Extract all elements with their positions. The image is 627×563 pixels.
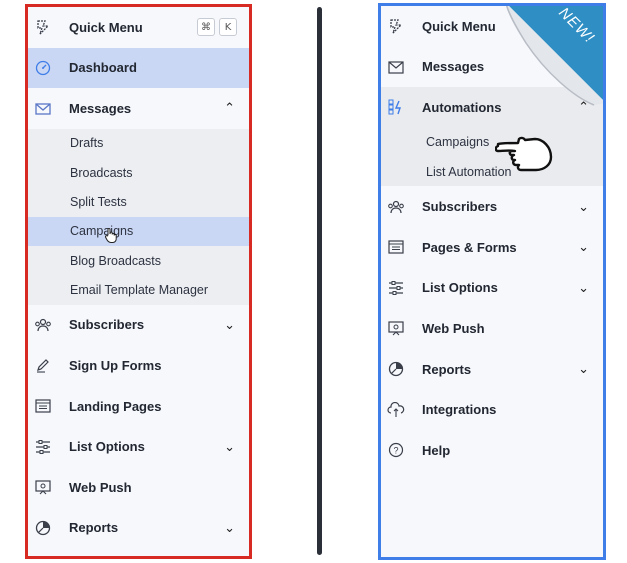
envelope-icon bbox=[387, 58, 405, 76]
page-icon bbox=[34, 397, 52, 415]
sidebar-item-sign-up-forms[interactable]: Sign Up Forms bbox=[28, 345, 249, 386]
sidebar-item-label: Web Push bbox=[69, 479, 132, 495]
subscribers-icon bbox=[387, 198, 405, 216]
sidebar-item-pages-forms[interactable]: Pages & Forms ⌄ bbox=[381, 227, 603, 268]
quick-menu-label: Quick Menu bbox=[422, 18, 496, 34]
sidebar-item-integrations[interactable]: Integrations bbox=[381, 389, 603, 430]
sidebar-item-subscribers[interactable]: Subscribers ⌄ bbox=[381, 186, 603, 227]
pen-icon bbox=[34, 356, 52, 374]
sidebar-item-reports[interactable]: Reports ⌄ bbox=[381, 349, 603, 390]
sidebar-item-label: Integrations bbox=[422, 402, 497, 418]
chevron-up-icon: ⌃ bbox=[578, 99, 589, 115]
chevron-down-icon: ⌄ bbox=[578, 239, 589, 255]
sidebar-item-list-options[interactable]: List Options ⌄ bbox=[28, 426, 249, 467]
sidebar-item-label: Subscribers bbox=[69, 317, 145, 333]
hand-cursor-icon bbox=[104, 227, 118, 246]
sidebar-item-label: Dashboard bbox=[69, 60, 137, 76]
sidebar-item-label: Pages & Forms bbox=[422, 239, 517, 255]
sidebar-item-label: List Options bbox=[422, 280, 498, 296]
right-sidebar-panel: Quick Menu Messages Automations ⌃ Campai… bbox=[378, 3, 606, 560]
sidebar-item-reports[interactable]: Reports ⌄ bbox=[28, 508, 249, 549]
chevron-up-icon: ⌃ bbox=[224, 100, 235, 116]
sidebar-item-label: Reports bbox=[69, 520, 119, 536]
sidebar-item-label: Landing Pages bbox=[69, 398, 162, 414]
cloud-icon bbox=[387, 401, 405, 419]
sliders-icon bbox=[34, 438, 52, 456]
web-push-icon bbox=[387, 319, 405, 337]
submenu-item-email-template-manager[interactable]: Email Template Manager bbox=[28, 275, 249, 304]
chevron-down-icon: ⌄ bbox=[224, 519, 235, 535]
sidebar-item-label: Help bbox=[422, 442, 451, 458]
sidebar-item-label: Web Push bbox=[422, 320, 485, 336]
submenu-item-campaigns[interactable]: Campaigns bbox=[28, 216, 249, 246]
panel-divider bbox=[317, 7, 322, 555]
submenu-item-label: Campaigns bbox=[70, 224, 134, 239]
chevron-down-icon: ⌄ bbox=[224, 438, 235, 454]
messages-submenu: Drafts Broadcasts Split Tests Campaigns … bbox=[28, 128, 249, 305]
sidebar-item-label: Messages bbox=[422, 59, 485, 75]
subscribers-icon bbox=[34, 316, 52, 334]
sliders-icon bbox=[387, 279, 405, 297]
chevron-down-icon: ⌄ bbox=[578, 279, 589, 295]
chevron-down-icon: ⌄ bbox=[578, 198, 589, 214]
sidebar-item-dashboard[interactable]: Dashboard bbox=[28, 47, 249, 89]
sidebar-item-web-push[interactable]: Web Push bbox=[28, 467, 249, 508]
pie-chart-icon bbox=[34, 519, 52, 537]
dashboard-icon bbox=[34, 59, 52, 77]
sidebar-item-list-options[interactable]: List Options ⌄ bbox=[381, 268, 603, 309]
sidebar-item-automations[interactable]: Automations ⌃ bbox=[381, 87, 603, 128]
submenu-item-campaigns[interactable]: Campaigns bbox=[381, 128, 603, 157]
submenu-item-broadcasts[interactable]: Broadcasts bbox=[28, 158, 249, 187]
quick-menu-icon bbox=[387, 17, 405, 35]
pie-chart-icon bbox=[387, 360, 405, 378]
sidebar-item-landing-pages[interactable]: Landing Pages bbox=[28, 386, 249, 427]
automations-submenu: Campaigns List Automation bbox=[381, 127, 603, 187]
submenu-item-split-tests[interactable]: Split Tests bbox=[28, 187, 249, 216]
sidebar-item-web-push[interactable]: Web Push bbox=[381, 308, 603, 349]
sidebar-item-label: Sign Up Forms bbox=[69, 357, 162, 373]
svg-text:?: ? bbox=[393, 446, 398, 456]
sidebar-item-label: Subscribers bbox=[422, 199, 498, 215]
submenu-item-blog-broadcasts[interactable]: Blog Broadcasts bbox=[28, 246, 249, 275]
help-icon: ? bbox=[387, 441, 405, 459]
quick-menu-item[interactable]: Quick Menu bbox=[381, 6, 603, 47]
web-push-icon bbox=[34, 478, 52, 496]
sidebar-item-messages[interactable]: Messages bbox=[381, 47, 603, 88]
envelope-icon bbox=[34, 99, 52, 117]
shortcut-keys: ⌘ K bbox=[197, 18, 237, 37]
sidebar-item-label: Reports bbox=[422, 361, 472, 377]
page-icon bbox=[387, 238, 405, 256]
quick-menu-icon bbox=[34, 18, 52, 36]
k-key: K bbox=[219, 18, 237, 37]
submenu-item-list-automation[interactable]: List Automation bbox=[381, 157, 603, 186]
sidebar-item-help[interactable]: ? Help bbox=[381, 430, 603, 471]
sidebar-item-label: Automations bbox=[422, 99, 502, 115]
pointing-hand-icon bbox=[494, 128, 555, 177]
left-sidebar-panel: Quick Menu ⌘ K Dashboard Messages ⌃ Draf… bbox=[25, 4, 252, 559]
automations-icon bbox=[387, 98, 405, 116]
quick-menu-item[interactable]: Quick Menu ⌘ K bbox=[28, 7, 249, 48]
chevron-down-icon: ⌄ bbox=[224, 316, 235, 332]
chevron-down-icon: ⌄ bbox=[578, 361, 589, 377]
sidebar-item-label: List Options bbox=[69, 439, 145, 455]
quick-menu-label: Quick Menu bbox=[69, 19, 143, 35]
submenu-item-drafts[interactable]: Drafts bbox=[28, 129, 249, 158]
sidebar-item-messages[interactable]: Messages ⌃ bbox=[28, 88, 249, 129]
command-key: ⌘ bbox=[197, 18, 215, 37]
sidebar-item-label: Messages bbox=[69, 100, 132, 116]
sidebar-item-subscribers[interactable]: Subscribers ⌄ bbox=[28, 305, 249, 346]
